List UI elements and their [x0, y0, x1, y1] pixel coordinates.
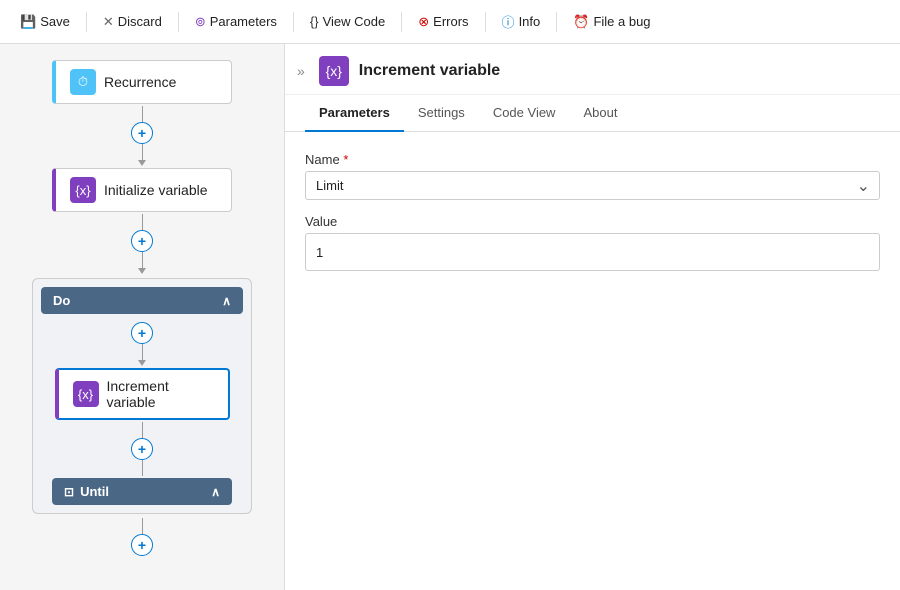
- file-bug-icon: ⏰: [573, 14, 589, 30]
- connector-line-2b: [142, 252, 143, 268]
- separator-2: [178, 12, 179, 32]
- add-button-3[interactable]: +: [131, 322, 153, 344]
- until-collapse-icon: ∧: [211, 485, 220, 499]
- discard-label: Discard: [118, 14, 162, 29]
- add-button-2[interactable]: +: [131, 230, 153, 252]
- name-select-wrapper: Limit: [305, 171, 880, 200]
- panel-header: » {x} Increment variable: [285, 44, 900, 95]
- name-field-label: Name *: [305, 152, 880, 167]
- tab-about[interactable]: About: [569, 95, 631, 132]
- increment-label: Increment variable: [107, 378, 214, 410]
- parameters-form: Name * Limit Value: [285, 132, 900, 291]
- connector-4: +: [131, 422, 153, 476]
- init-variable-node[interactable]: {x} Initialize variable: [52, 168, 232, 212]
- recurrence-node[interactable]: ⏱ Recurrence: [52, 60, 232, 104]
- until-header[interactable]: ⊡ Until ∧: [52, 478, 232, 505]
- separator-4: [401, 12, 402, 32]
- recurrence-label: Recurrence: [104, 74, 176, 90]
- separator-1: [86, 12, 87, 32]
- do-label: Do: [53, 293, 70, 308]
- errors-button[interactable]: ⊗ Errors: [410, 10, 476, 34]
- increment-icon: {x}: [73, 381, 99, 407]
- errors-label: Errors: [433, 14, 468, 29]
- info-icon: ⓘ: [502, 12, 515, 31]
- tab-settings[interactable]: Settings: [404, 95, 479, 132]
- separator-6: [556, 12, 557, 32]
- do-until-container: Do ∧ + {x} Increment variable +: [32, 278, 252, 514]
- connector-1: +: [131, 106, 153, 166]
- save-button[interactable]: 💾 Save: [12, 10, 78, 34]
- connector-arrow-2: [138, 268, 146, 274]
- connector-line-4: [142, 422, 143, 438]
- add-button-5[interactable]: +: [131, 534, 153, 556]
- init-variable-label: Initialize variable: [104, 182, 208, 198]
- connector-line-5: [142, 518, 143, 534]
- init-variable-icon: {x}: [70, 177, 96, 203]
- discard-button[interactable]: ✕ Discard: [95, 10, 170, 34]
- connector-2: +: [131, 214, 153, 274]
- tab-parameters[interactable]: Parameters: [305, 95, 404, 132]
- right-panel: » {x} Increment variable Parameters Sett…: [285, 44, 900, 590]
- tab-code-view[interactable]: Code View: [479, 95, 570, 132]
- view-code-label: View Code: [323, 14, 386, 29]
- errors-icon: ⊗: [418, 14, 429, 30]
- file-bug-button[interactable]: ⏰ File a bug: [565, 10, 658, 34]
- main-layout: ⏱ Recurrence + {x} Initialize variable +…: [0, 44, 900, 590]
- connector-line-4b: [142, 460, 143, 476]
- until-label: Until: [80, 484, 109, 499]
- add-button-1[interactable]: +: [131, 122, 153, 144]
- value-input[interactable]: [305, 233, 880, 271]
- separator-5: [485, 12, 486, 32]
- separator-3: [293, 12, 294, 32]
- parameters-icon: ⊚: [195, 14, 206, 30]
- name-label-text: Name: [305, 152, 340, 167]
- view-code-icon: {}: [310, 14, 319, 29]
- connector-line-3: [142, 344, 143, 360]
- file-bug-label: File a bug: [593, 14, 650, 29]
- breadcrumb-arrow: »: [297, 63, 305, 79]
- save-icon: 💾: [20, 14, 36, 30]
- flow-canvas: ⏱ Recurrence + {x} Initialize variable +…: [0, 44, 285, 590]
- toolbar: 💾 Save ✕ Discard ⊚ Parameters {} View Co…: [0, 0, 900, 44]
- increment-variable-node[interactable]: {x} Increment variable: [55, 368, 230, 420]
- panel-title: Increment variable: [359, 62, 500, 80]
- value-field-group: Value: [305, 214, 880, 271]
- view-code-button[interactable]: {} View Code: [302, 10, 393, 33]
- connector-arrow-1: [138, 160, 146, 166]
- value-field-label: Value: [305, 214, 880, 229]
- parameters-label: Parameters: [210, 14, 277, 29]
- connector-5: +: [131, 518, 153, 556]
- until-icon: ⊡: [64, 485, 74, 499]
- do-collapse-icon: ∧: [222, 294, 231, 308]
- info-label: Info: [519, 14, 541, 29]
- name-select[interactable]: Limit: [305, 171, 880, 200]
- info-button[interactable]: ⓘ Info: [494, 8, 549, 35]
- connector-line-1b: [142, 144, 143, 160]
- connector-arrow-3: [138, 360, 146, 366]
- panel-icon: {x}: [319, 56, 349, 86]
- connector-line-1: [142, 106, 143, 122]
- save-label: Save: [40, 14, 70, 29]
- connector-line-2: [142, 214, 143, 230]
- connector-3: +: [131, 322, 153, 366]
- recurrence-icon: ⏱: [70, 69, 96, 95]
- name-field-group: Name * Limit: [305, 152, 880, 200]
- parameters-button[interactable]: ⊚ Parameters: [187, 10, 285, 34]
- discard-icon: ✕: [103, 14, 114, 30]
- add-button-4[interactable]: +: [131, 438, 153, 460]
- name-required-star: *: [343, 152, 348, 167]
- tabs-bar: Parameters Settings Code View About: [285, 95, 900, 132]
- do-header[interactable]: Do ∧: [41, 287, 243, 314]
